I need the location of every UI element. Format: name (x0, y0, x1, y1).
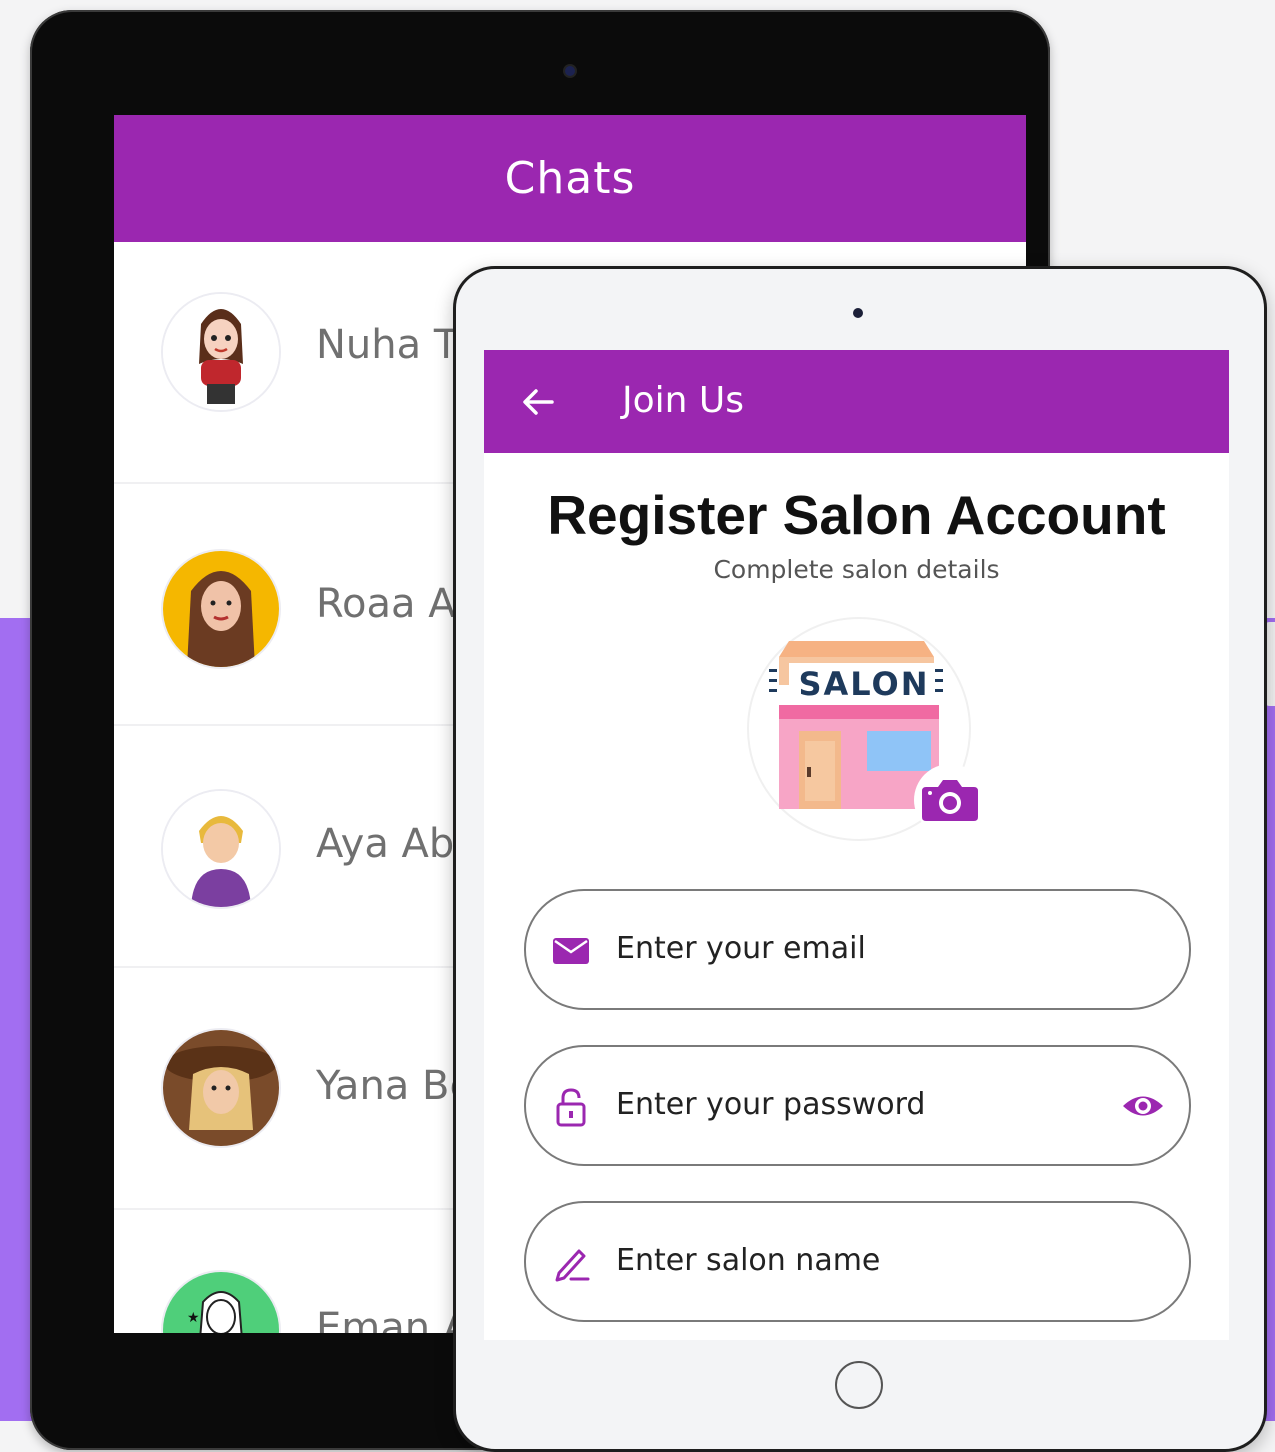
page-title: Register Salon Account (547, 484, 1166, 546)
avatar (161, 292, 281, 412)
page-subtitle: Complete salon details (713, 555, 1000, 584)
register-screen: Join Us Register Salon Account Complete … (484, 350, 1229, 1340)
eye-icon[interactable] (1121, 1089, 1165, 1123)
tablet-white: Join Us Register Salon Account Complete … (453, 266, 1267, 1452)
camera-icon (922, 780, 978, 821)
camera-icon (853, 308, 863, 318)
chats-header: Chats (114, 115, 1026, 242)
email-placeholder: Enter your email (616, 931, 866, 966)
email-field[interactable]: Enter your email (524, 889, 1191, 1010)
salon-sign-text: SALON (798, 665, 929, 703)
contact-name: Yana Be (316, 1063, 475, 1109)
lock-icon (556, 1088, 586, 1127)
email-icon (553, 938, 589, 964)
salon-image-picker[interactable]: SALON (747, 617, 986, 841)
salon-name-placeholder: Enter salon name (616, 1243, 881, 1278)
password-placeholder: Enter your password (616, 1087, 926, 1122)
app-bar-title: Join Us (622, 380, 745, 421)
avatar: ★ (161, 1270, 281, 1333)
edit-icon (555, 1249, 590, 1282)
avatar (161, 789, 281, 909)
home-button[interactable] (835, 1361, 883, 1409)
salon-name-field[interactable]: Enter salon name (524, 1201, 1191, 1322)
avatar (161, 1028, 281, 1148)
back-arrow-icon[interactable] (518, 382, 558, 422)
password-field[interactable]: Enter your password (524, 1045, 1191, 1166)
app-bar: Join Us (484, 350, 1229, 453)
chats-title: Chats (504, 153, 636, 204)
camera-icon (565, 66, 575, 76)
avatar (161, 549, 281, 669)
svg-text:★: ★ (187, 1310, 200, 1326)
camera-button[interactable] (914, 764, 986, 836)
